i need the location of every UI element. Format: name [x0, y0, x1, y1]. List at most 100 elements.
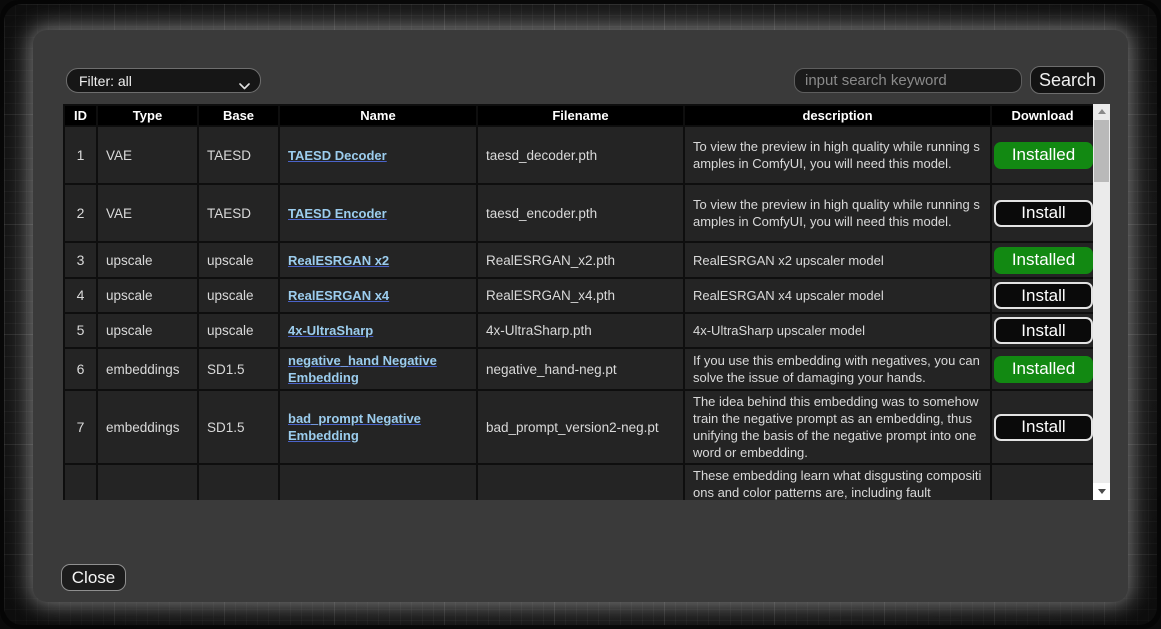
cell-id: 7	[64, 390, 97, 464]
cell-base	[198, 464, 279, 500]
cell-description: RealESRGAN x4 upscaler model	[684, 278, 991, 313]
cell-name: negative_hand Negative Embedding	[279, 348, 477, 390]
cell-download: Install	[991, 390, 1093, 464]
cell-base: SD1.5	[198, 390, 279, 464]
table-row: 2 VAE TAESD TAESD Encoder taesd_encoder.…	[64, 184, 1093, 242]
table-row: 5 upscale upscale 4x-UltraSharp 4x-Ultra…	[64, 313, 1093, 348]
table-row: 4 upscale upscale RealESRGAN x4 RealESRG…	[64, 278, 1093, 313]
cell-name: TAESD Decoder	[279, 126, 477, 184]
model-link[interactable]: RealESRGAN x2	[288, 253, 389, 268]
cell-id: 2	[64, 184, 97, 242]
cell-download: Installed	[991, 126, 1093, 184]
cell-download: Installed	[991, 242, 1093, 278]
cell-name: TAESD Encoder	[279, 184, 477, 242]
install-button[interactable]: Installed	[994, 247, 1093, 274]
install-button[interactable]: Install	[994, 414, 1093, 441]
install-button[interactable]: Installed	[994, 142, 1093, 169]
install-button[interactable]: Install	[994, 200, 1093, 227]
cell-description: These embedding learn what disgusting co…	[684, 464, 991, 500]
scroll-up-arrow-icon	[1098, 109, 1106, 114]
cell-download: Install	[991, 184, 1093, 242]
cell-name: 4x-UltraSharp	[279, 313, 477, 348]
cell-download: Installed	[991, 348, 1093, 390]
cell-id: 4	[64, 278, 97, 313]
cell-id	[64, 464, 97, 500]
cell-filename: 4x-UltraSharp.pth	[477, 313, 684, 348]
cell-id: 3	[64, 242, 97, 278]
cell-description: The idea behind this embedding was to so…	[684, 390, 991, 464]
table-header-row: ID Type Base Name Filename description D…	[64, 105, 1093, 126]
scroll-down-button[interactable]	[1093, 483, 1110, 500]
header-download: Download	[991, 105, 1093, 126]
cell-filename: taesd_encoder.pth	[477, 184, 684, 242]
model-table-body: 1 VAE TAESD TAESD Decoder taesd_decoder.…	[64, 126, 1093, 500]
install-button[interactable]: Installed	[994, 356, 1093, 383]
search-input[interactable]	[794, 68, 1022, 93]
header-base: Base	[198, 105, 279, 126]
filter-select-wrap: Filter: all	[66, 68, 261, 93]
model-table: ID Type Base Name Filename description D…	[63, 104, 1093, 500]
cell-download: Install	[991, 313, 1093, 348]
cell-description: To view the preview in high quality whil…	[684, 184, 991, 242]
cell-name: bad_prompt Negative Embedding	[279, 390, 477, 464]
cell-base: upscale	[198, 278, 279, 313]
table-row: 3 upscale upscale RealESRGAN x2 RealESRG…	[64, 242, 1093, 278]
scrollbar-thumb[interactable]	[1094, 120, 1109, 182]
model-link[interactable]: 4x-UltraSharp	[288, 323, 373, 338]
table-row: 7 embeddings SD1.5 bad_prompt Negative E…	[64, 390, 1093, 464]
scroll-up-button[interactable]	[1093, 104, 1110, 118]
table-row: 6 embeddings SD1.5 negative_hand Negativ…	[64, 348, 1093, 390]
model-link[interactable]: RealESRGAN x4	[288, 288, 389, 303]
cell-filename: negative_hand-neg.pt	[477, 348, 684, 390]
cell-type: embeddings	[97, 390, 198, 464]
cell-type: VAE	[97, 184, 198, 242]
header-description: description	[684, 105, 991, 126]
cell-base: upscale	[198, 313, 279, 348]
table-scrollbar[interactable]	[1093, 104, 1110, 500]
model-link[interactable]: bad_prompt Negative Embedding	[288, 411, 421, 443]
cell-download: Install	[991, 278, 1093, 313]
cell-name	[279, 464, 477, 500]
cell-id: 1	[64, 126, 97, 184]
cell-description: If you use this embedding with negatives…	[684, 348, 991, 390]
header-id: ID	[64, 105, 97, 126]
cell-type: VAE	[97, 126, 198, 184]
filter-select[interactable]: Filter: all	[66, 68, 261, 93]
install-button[interactable]: Install	[994, 317, 1093, 344]
cell-type	[97, 464, 198, 500]
cell-download	[991, 464, 1093, 500]
search-button[interactable]: Search	[1030, 66, 1105, 94]
cell-id: 5	[64, 313, 97, 348]
cell-filename: RealESRGAN_x4.pth	[477, 278, 684, 313]
model-link[interactable]: negative_hand Negative Embedding	[288, 353, 437, 385]
cell-name: RealESRGAN x2	[279, 242, 477, 278]
table-row: 1 VAE TAESD TAESD Decoder taesd_decoder.…	[64, 126, 1093, 184]
cell-type: upscale	[97, 278, 198, 313]
cell-base: upscale	[198, 242, 279, 278]
install-button[interactable]: Install	[994, 282, 1093, 309]
cell-base: TAESD	[198, 184, 279, 242]
cell-type: embeddings	[97, 348, 198, 390]
cell-id: 6	[64, 348, 97, 390]
table-row: These embedding learn what disgusting co…	[64, 464, 1093, 500]
cell-name: RealESRGAN x4	[279, 278, 477, 313]
model-link[interactable]: TAESD Decoder	[288, 148, 387, 163]
model-table-viewport: ID Type Base Name Filename description D…	[63, 104, 1093, 500]
header-type: Type	[97, 105, 198, 126]
header-name: Name	[279, 105, 477, 126]
cell-type: upscale	[97, 242, 198, 278]
header-filename: Filename	[477, 105, 684, 126]
cell-filename	[477, 464, 684, 500]
cell-type: upscale	[97, 313, 198, 348]
cell-filename: bad_prompt_version2-neg.pt	[477, 390, 684, 464]
close-button[interactable]: Close	[61, 564, 126, 591]
cell-description: 4x-UltraSharp upscaler model	[684, 313, 991, 348]
cell-base: TAESD	[198, 126, 279, 184]
cell-filename: RealESRGAN_x2.pth	[477, 242, 684, 278]
model-link[interactable]: TAESD Encoder	[288, 206, 387, 221]
cell-base: SD1.5	[198, 348, 279, 390]
cell-filename: taesd_decoder.pth	[477, 126, 684, 184]
cell-description: RealESRGAN x2 upscaler model	[684, 242, 991, 278]
cell-description: To view the preview in high quality whil…	[684, 126, 991, 184]
model-manager-dialog: Filter: all Search ID Type Base Name Fil…	[33, 30, 1128, 602]
